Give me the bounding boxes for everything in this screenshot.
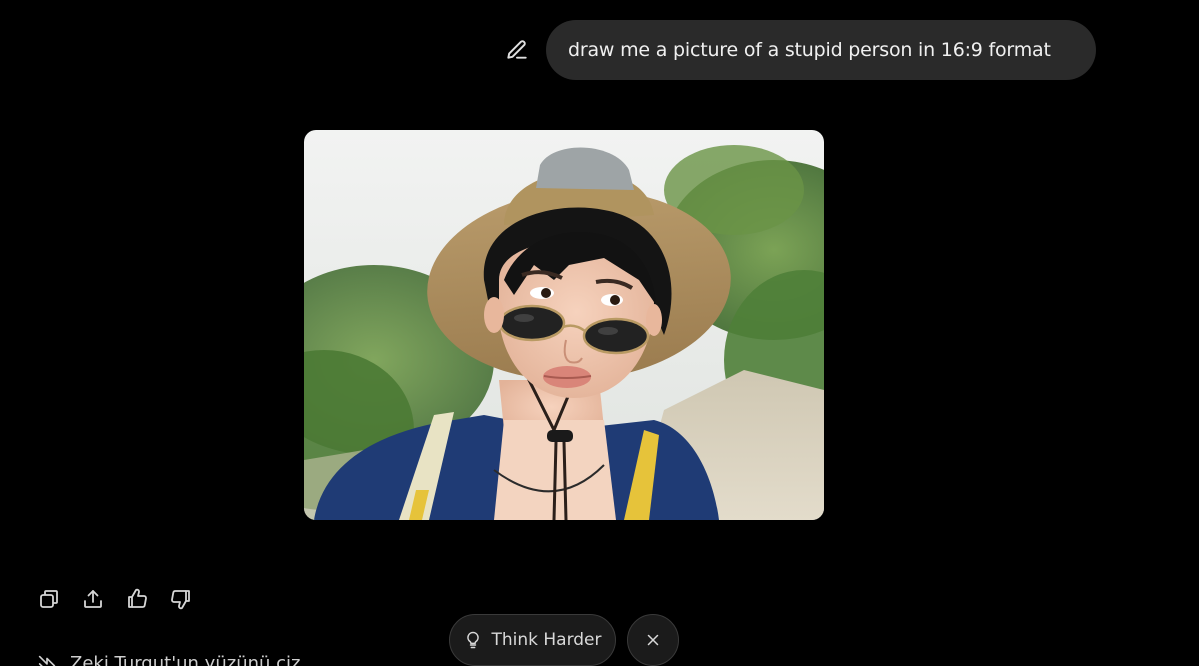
user-message-bubble: draw me a picture of a stupid person in … [546,20,1096,80]
message-actions [34,584,210,614]
portrait-illustration [304,130,824,520]
think-harder-button[interactable]: Think Harder [449,614,616,666]
copy-icon [40,590,58,608]
lightbulb-icon [467,631,480,649]
chat-page: draw me a picture of a stupid person in … [0,0,1199,666]
dislike-button[interactable] [166,584,196,614]
suggestion-item[interactable]: Zeki Turgut'un yüzünü çiz [36,652,300,666]
arrow-icon [38,655,56,666]
suggestion-text: Zeki Turgut'un yüzünü çiz [70,652,301,666]
close-icon [647,634,659,646]
edit-message-button[interactable] [502,34,532,64]
dismiss-button[interactable] [627,614,679,666]
think-harder-label: Think Harder [491,630,602,650]
user-message-text: draw me a picture of a stupid person in … [568,39,1051,61]
generated-image[interactable] [304,130,824,520]
copy-button[interactable] [34,584,64,614]
share-button[interactable] [78,584,108,614]
thumbs-down-icon [171,590,190,610]
thumbs-up-icon [128,588,147,608]
share-icon [84,590,102,608]
like-button[interactable] [122,584,152,614]
pencil-icon [507,40,527,59]
